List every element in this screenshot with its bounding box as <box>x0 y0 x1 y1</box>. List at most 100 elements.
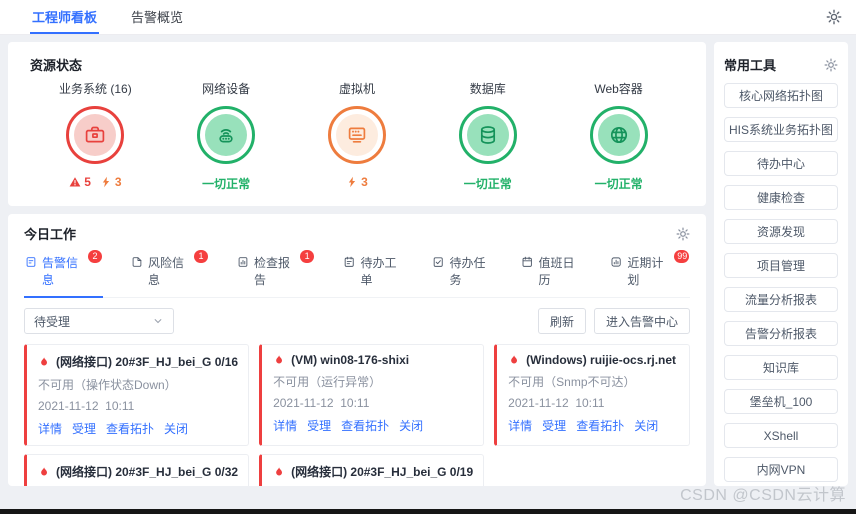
alert-action-link[interactable]: 查看拓扑 <box>106 420 154 437</box>
alert-action-link[interactable]: 关闭 <box>164 420 188 437</box>
tool-button-6[interactable]: 流量分析报表 <box>724 287 838 312</box>
tools-gear-icon[interactable] <box>824 58 838 72</box>
tool-button-3[interactable]: 健康检查 <box>724 185 838 210</box>
alert-action-link[interactable]: 受理 <box>307 417 331 434</box>
alert-cards-grid: (网络接口) 20#3F_HJ_bei_G 0/16 不可用（操作状态Down）… <box>24 344 690 486</box>
resource-status-value: 一切正常 <box>199 175 253 192</box>
today-work-title: 今日工作 <box>24 227 77 242</box>
work-tab-4[interactable]: 待办任务 <box>431 252 493 298</box>
alert-status-filter-value: 待受理 <box>34 314 71 329</box>
alarm-file-icon <box>25 254 37 268</box>
alert-description: 不可用（Snmp不可达） <box>508 375 636 389</box>
alert-action-link[interactable]: 详情 <box>508 417 532 434</box>
tool-button-10[interactable]: XShell <box>724 423 838 448</box>
flame-icon <box>41 466 47 476</box>
tools-list: 核心网络拓扑图 HIS系统业务拓扑图待办中心健康检查资源发现项目管理流量分析报表告… <box>724 74 838 482</box>
alert-timestamp: 2021-11-12 10:11 <box>508 396 605 410</box>
today-work-gear-icon[interactable] <box>676 227 690 241</box>
status-segment: 3 <box>346 175 368 189</box>
status-segment: 一切正常 <box>463 177 512 191</box>
tool-button-9[interactable]: 堡垒机_100 <box>724 389 838 414</box>
tools-title: 常用工具 <box>724 58 777 73</box>
alert-card-2: (Windows) ruijie-ocs.rj.net 不可用（Snmp不可达）… <box>494 344 690 446</box>
resource-status-value: 3 <box>343 175 371 189</box>
tool-button-7[interactable]: 告警分析报表 <box>724 321 838 346</box>
bolt-icon <box>100 176 112 188</box>
work-tab-5[interactable]: 值班日历 <box>520 252 582 298</box>
alert-actions: 详情 受理 查看拓扑 关闭 <box>38 420 238 437</box>
alert-timestamp: 2021-11-12 10:11 <box>38 399 135 413</box>
virtual-machine-icon <box>345 123 369 147</box>
tool-button-8[interactable]: 知识库 <box>724 355 838 380</box>
tool-button-5[interactable]: 项目管理 <box>724 253 838 278</box>
alert-card-4: (网络接口) 20#3F_HJ_bei_G 0/19 不可用（操作状态Down）… <box>259 454 485 486</box>
duty-calendar-icon <box>521 254 533 268</box>
briefcase-icon <box>83 123 107 147</box>
tool-button-0[interactable]: 核心网络拓扑图 <box>724 83 838 108</box>
enter-alert-center-button[interactable]: 进入告警中心 <box>593 308 690 334</box>
tool-button-1[interactable]: HIS系统业务拓扑图 <box>724 117 838 142</box>
alert-title: (Windows) ruijie-ocs.rj.net <box>526 353 677 367</box>
alert-action-link[interactable]: 受理 <box>72 420 96 437</box>
tools-panel: 常用工具 核心网络拓扑图 HIS系统业务拓扑图待办中心健康检查资源发现项目管理流量… <box>714 42 848 486</box>
alert-action-link[interactable]: 详情 <box>38 420 62 437</box>
alert-action-link[interactable]: 详情 <box>273 417 297 434</box>
flame-icon <box>276 466 283 476</box>
database-icon <box>476 123 500 147</box>
tool-button-11[interactable]: 内网VPN <box>724 457 838 482</box>
alert-action-link[interactable]: 查看拓扑 <box>576 417 624 434</box>
work-tab-0[interactable]: 告警信息 2 <box>24 250 104 298</box>
resource-status-ring <box>589 106 648 164</box>
alert-title: (网络接口) 20#3F_HJ_bei_G 0/32 <box>56 465 239 479</box>
bottom-strip <box>0 509 856 514</box>
tab-badge: 99 <box>674 250 689 263</box>
settings-gear-icon[interactable] <box>826 9 842 25</box>
today-work-tabs: 告警信息 2 风险信息 1 检查报告 1 待办工单 待办任务 值班日历 近期计划… <box>24 250 690 298</box>
alert-filter-row: 待受理 刷新 进入告警中心 <box>24 308 690 334</box>
resource-status-label: 虚拟机 <box>338 82 375 96</box>
resource-status-label: 业务系统 (16) <box>59 82 132 96</box>
globe-icon <box>607 123 631 147</box>
status-segment: 3 <box>100 175 122 189</box>
alert-title: (VM) win08-176-shixi <box>291 353 410 367</box>
alert-action-link[interactable]: 关闭 <box>634 417 658 434</box>
tool-button-2[interactable]: 待办中心 <box>724 151 838 176</box>
left-column: 资源状态 业务系统 (16) 53 网络设备 一切正常 虚拟机 3 数据库 一切… <box>8 42 706 486</box>
refresh-button[interactable]: 刷新 <box>537 308 586 334</box>
resource-status-item: 虚拟机 3 <box>295 80 419 192</box>
work-tab-6[interactable]: 近期计划 99 <box>609 250 690 298</box>
topbar-tab-1[interactable]: 告警概览 <box>129 0 185 34</box>
work-tab-2[interactable]: 检查报告 1 <box>236 250 315 298</box>
status-segment: 一切正常 <box>202 177 251 191</box>
resource-status-ring <box>327 106 386 164</box>
alert-action-link[interactable]: 关闭 <box>399 417 423 434</box>
flame-icon <box>41 356 47 366</box>
resource-status-item: 业务系统 (16) 53 <box>33 80 157 192</box>
alert-actions: 详情 受理 查看拓扑 关闭 <box>508 417 679 434</box>
alert-status-filter-select[interactable]: 待受理 <box>24 308 174 334</box>
resource-status-row: 业务系统 (16) 53 网络设备 一切正常 虚拟机 3 数据库 一切正常 We… <box>30 80 684 192</box>
topbar-tab-0[interactable]: 工程师看板 <box>30 0 100 34</box>
alert-action-link[interactable]: 查看拓扑 <box>341 417 389 434</box>
alert-timestamp: 2021-11-12 10:11 <box>273 396 370 410</box>
resource-status-ring <box>458 106 517 164</box>
status-segment: 一切正常 <box>594 177 643 191</box>
resource-status-ring <box>66 106 125 164</box>
alert-description: 不可用（操作状态Down） <box>38 378 177 392</box>
alert-card-3: (网络接口) 20#3F_HJ_bei_G 0/32 不可用（操作状态Down）… <box>24 454 250 486</box>
main-content: 资源状态 业务系统 (16) 53 网络设备 一切正常 虚拟机 3 数据库 一切… <box>0 34 856 494</box>
alert-action-link[interactable]: 受理 <box>542 417 566 434</box>
alert-title: (网络接口) 20#3F_HJ_bei_G 0/19 <box>291 465 474 479</box>
flame-icon <box>511 354 518 364</box>
todo-task-icon <box>432 254 444 268</box>
tool-button-4[interactable]: 资源发现 <box>724 219 838 244</box>
work-tab-3[interactable]: 待办工单 <box>342 252 404 298</box>
resource-status-value: 53 <box>66 175 124 189</box>
resource-status-ring <box>197 106 256 164</box>
engineer-dashboard-page: 工程师看板 告警概览 资源状态 业务系统 (16) 53 网络设备 一切正常 虚拟… <box>0 0 856 514</box>
risk-file-icon <box>131 254 143 268</box>
resource-status-title: 资源状态 <box>30 58 83 73</box>
work-tab-1[interactable]: 风险信息 1 <box>130 250 209 298</box>
resource-status-label: 网络设备 <box>202 82 251 96</box>
today-work-panel: 今日工作 告警信息 2 风险信息 1 检查报告 1 待办工单 待办任务 值班日历… <box>8 214 706 486</box>
